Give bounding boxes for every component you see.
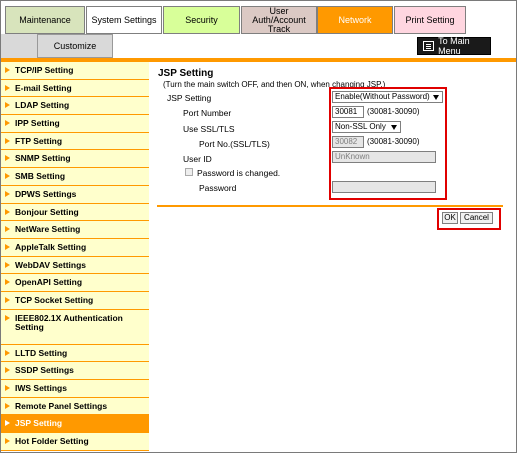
tab-print-setting[interactable]: Print Setting xyxy=(394,6,466,34)
sidebar-item-label: WebDAV Settings xyxy=(15,259,86,270)
arrow-right-icon xyxy=(5,173,10,180)
sidebar-item-label: Hot Folder Setting xyxy=(15,436,89,447)
arrow-right-icon xyxy=(5,420,10,427)
tab-security[interactable]: Security xyxy=(163,6,240,34)
sidebar-item-iws[interactable]: IWS Settings xyxy=(1,380,149,398)
arrow-right-icon xyxy=(5,402,10,409)
to-main-menu-button[interactable]: To Main Menu xyxy=(417,36,491,56)
sidebar-item-tcpip[interactable]: TCP/IP Setting xyxy=(1,62,149,80)
sidebar-item-label: JSP Setting xyxy=(15,418,63,429)
sidebar-item-label: NetWare Setting xyxy=(15,224,81,235)
sidebar-item-ssdp[interactable]: SSDP Settings xyxy=(1,362,149,380)
sidebar-item-label: TCP/IP Setting xyxy=(15,65,74,75)
sidebar-item-label: IEEE802.1X Authentication Setting xyxy=(15,312,123,332)
sidebar-item-netware[interactable]: NetWare Setting xyxy=(1,221,149,239)
sidebar-item-dpws[interactable]: DPWS Settings xyxy=(1,185,149,204)
sidebar-item-webdav[interactable]: WebDAV Settings xyxy=(1,256,149,275)
sidebar-item-tcp-socket[interactable]: TCP Socket Setting xyxy=(1,291,149,310)
arrow-right-icon xyxy=(5,102,10,109)
arrow-right-icon xyxy=(5,155,10,162)
password-changed-label: Password is changed. xyxy=(197,168,281,178)
arrow-right-icon xyxy=(5,385,10,391)
sidebar-item-bonjour[interactable]: Bonjour Setting xyxy=(1,203,149,222)
sidebar-item-label: AppleTalk Setting xyxy=(15,241,87,252)
password-changed-checkbox[interactable] xyxy=(185,168,193,176)
sidebar: TCP/IP Setting E-mail Setting LDAP Setti… xyxy=(1,62,149,451)
form-divider xyxy=(157,205,503,207)
browser-frame: Maintenance System Settings Security Use… xyxy=(0,0,517,453)
tab-network-label: Network xyxy=(338,14,372,25)
sidebar-item-label: OpenAPI Setting xyxy=(15,277,83,288)
tab-system-settings-label: System Settings xyxy=(91,14,157,25)
sidebar-item-lltd[interactable]: LLTD Setting xyxy=(1,344,149,363)
arrow-right-icon xyxy=(5,190,10,197)
arrow-right-icon xyxy=(5,367,10,374)
highlight-frame-fields xyxy=(329,87,447,200)
sidebar-item-label: LLTD Setting xyxy=(15,347,68,358)
tab-security-label: Security xyxy=(185,14,218,25)
arrow-right-icon xyxy=(5,438,10,445)
sidebar-item-label: TCP Socket Setting xyxy=(15,294,94,305)
arrow-right-icon xyxy=(5,261,10,268)
use-ssl-label: Use SSL/TLS xyxy=(183,124,235,134)
arrow-right-icon xyxy=(5,243,10,250)
sidebar-item-label: Remote Panel Settings xyxy=(15,400,108,411)
arrow-right-icon xyxy=(5,120,10,127)
arrow-right-icon xyxy=(5,226,10,233)
sidebar-item-ieee8021x[interactable]: IEEE802.1X Authentication Setting xyxy=(1,309,149,345)
sidebar-item-label: DPWS Settings xyxy=(15,188,77,199)
sidebar-item-ipp[interactable]: IPP Setting xyxy=(1,115,149,133)
sidebar-item-hot-folder[interactable]: Hot Folder Setting xyxy=(1,433,149,451)
sidebar-item-label: FTP Setting xyxy=(15,135,63,146)
to-main-menu-label: To Main Menu xyxy=(438,36,470,56)
tab-network[interactable]: Network xyxy=(317,6,393,34)
arrow-right-icon xyxy=(5,67,10,73)
sidebar-item-openapi[interactable]: OpenAPI Setting xyxy=(1,274,149,292)
tab-customize[interactable]: Customize xyxy=(37,34,113,58)
tab-customize-label: Customize xyxy=(53,41,97,51)
arrow-right-icon xyxy=(5,84,10,91)
page-title: JSP Setting xyxy=(158,68,214,79)
tab-system-settings[interactable]: System Settings xyxy=(86,6,162,34)
sidebar-item-jsp[interactable]: JSP Setting xyxy=(1,415,149,434)
sidebar-item-smb[interactable]: SMB Setting xyxy=(1,168,149,186)
highlight-frame-buttons xyxy=(437,208,501,230)
sidebar-item-email[interactable]: E-mail Setting xyxy=(1,79,149,98)
jsp-setting-label: JSP Setting xyxy=(167,93,212,103)
sidebar-item-label: IWS Settings xyxy=(15,383,67,393)
port-ssl-label: Port No.(SSL/TLS) xyxy=(199,139,270,149)
sidebar-item-remote-panel[interactable]: Remote Panel Settings xyxy=(1,397,149,416)
sidebar-item-snmp[interactable]: SNMP Setting xyxy=(1,150,149,169)
arrow-right-icon xyxy=(5,208,10,215)
sidebar-item-appletalk[interactable]: AppleTalk Setting xyxy=(1,238,149,257)
sidebar-item-label: IPP Setting xyxy=(15,118,60,129)
sidebar-item-ftp[interactable]: FTP Setting xyxy=(1,132,149,151)
customize-strip xyxy=(1,34,37,58)
tab-user-auth-label-line1: User Auth/Account xyxy=(252,5,306,25)
arrow-right-icon xyxy=(5,314,10,321)
arrow-right-icon xyxy=(5,279,10,286)
arrow-right-icon xyxy=(5,349,10,356)
tab-user-auth[interactable]: User Auth/Account Track xyxy=(241,6,317,34)
tab-maintenance[interactable]: Maintenance xyxy=(5,6,85,34)
sidebar-item-label: SNMP Setting xyxy=(15,153,71,164)
sidebar-item-label: E-mail Setting xyxy=(15,82,72,93)
arrow-right-icon xyxy=(5,296,10,303)
tab-print-setting-label: Print Setting xyxy=(405,14,455,25)
arrow-right-icon xyxy=(5,137,10,144)
sidebar-item-label: SMB Setting xyxy=(15,171,66,182)
tab-maintenance-label: Maintenance xyxy=(19,14,71,25)
sidebar-item-label: SSDP Settings xyxy=(15,365,74,376)
tab-user-auth-label-line2: Track xyxy=(267,23,291,34)
main-menu-icon xyxy=(423,41,435,51)
sidebar-item-label: LDAP Setting xyxy=(15,100,70,111)
password-label: Password xyxy=(199,183,237,193)
sidebar-item-label: Bonjour Setting xyxy=(15,206,79,217)
sidebar-item-ldap[interactable]: LDAP Setting xyxy=(1,97,149,116)
port-number-label: Port Number xyxy=(183,108,232,118)
user-id-label: User ID xyxy=(183,154,212,164)
